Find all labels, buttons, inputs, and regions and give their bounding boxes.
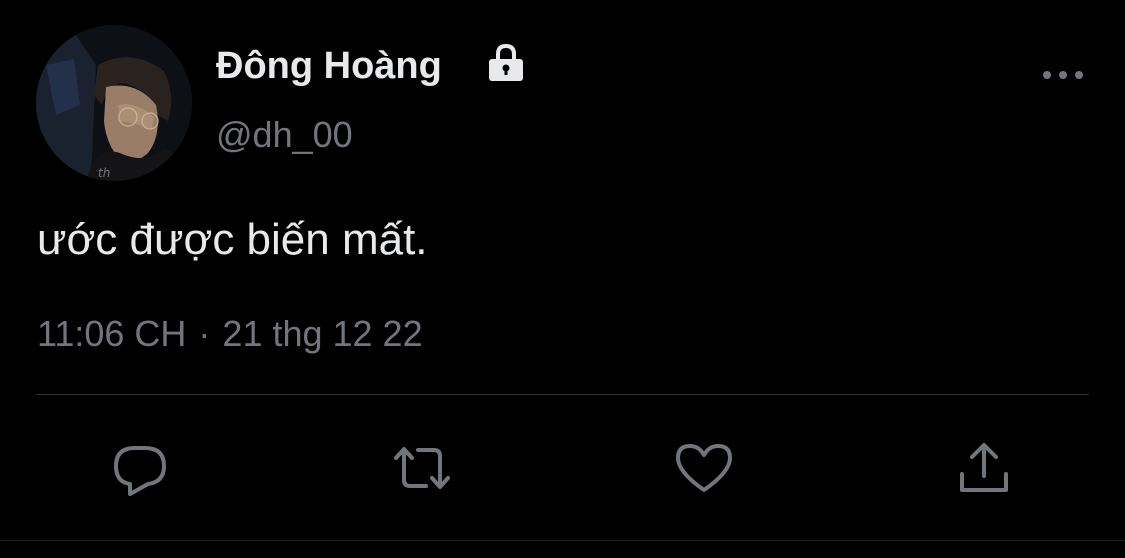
reply-icon[interactable] xyxy=(108,436,172,500)
more-horizontal-icon[interactable] xyxy=(1036,58,1090,92)
divider xyxy=(36,394,1089,395)
like-icon[interactable] xyxy=(672,436,736,500)
tweet-detail: th Đông Hoàng @dh_00 ước được biến mất. … xyxy=(0,0,1125,558)
tweet-time: 11:06 CH xyxy=(37,313,187,354)
retweet-icon[interactable] xyxy=(390,436,454,500)
avatar-photo: th xyxy=(36,25,192,181)
tweet-date: 21 thg 12 22 xyxy=(222,313,423,354)
share-icon[interactable] xyxy=(952,436,1016,500)
author-display-name[interactable]: Đông Hoàng xyxy=(216,42,442,90)
tweet-timestamp[interactable]: 11:06 CH · 21 thg 12 22 xyxy=(37,310,423,358)
lock-icon xyxy=(485,42,527,84)
author-handle[interactable]: @dh_00 xyxy=(216,112,353,158)
tweet-text: ước được biến mất. xyxy=(37,215,428,264)
avatar[interactable]: th xyxy=(36,25,192,181)
meta-separator: · xyxy=(198,313,211,354)
bottom-divider xyxy=(0,540,1125,541)
svg-text:th: th xyxy=(98,166,110,180)
